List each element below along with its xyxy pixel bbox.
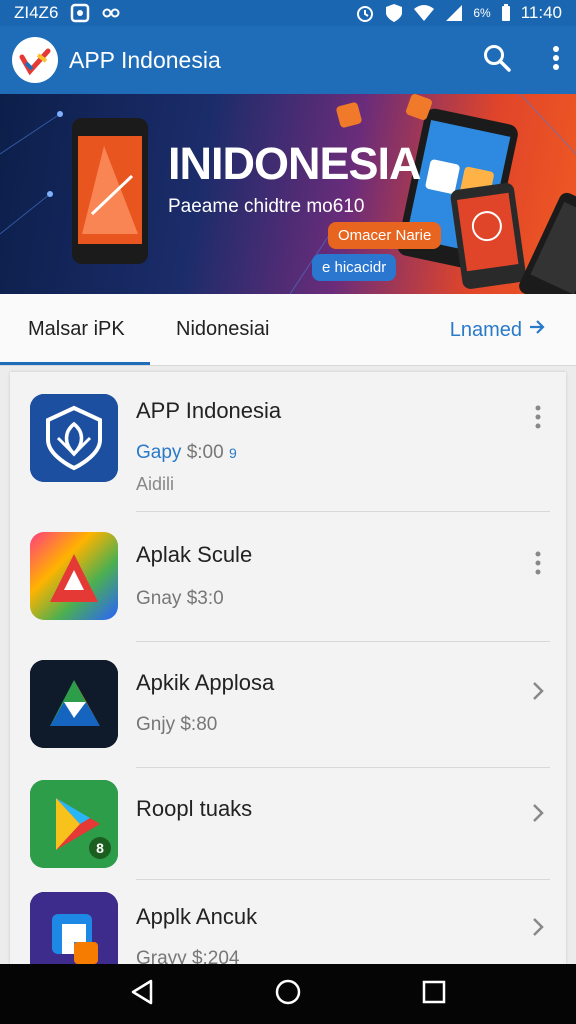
app-title: APP Indonesia [69,46,221,73]
list-item[interactable]: Aplak Scule Gnay $3:0 [10,512,566,642]
alarm-icon [355,3,375,23]
app-price-badge: 9 [228,445,237,461]
chevron-right-icon[interactable] [528,676,548,706]
battery-icon [501,4,511,22]
list-item[interactable]: Apkik Applosa Gnjy $:80 [10,642,566,768]
svg-text:8: 8 [96,840,104,856]
app-bar: APP Indonesia [0,26,576,94]
app-name: Aplak Scule [136,542,253,567]
navigation-bar [0,964,576,1024]
app-price: Gnay $3:0 [136,588,224,609]
promo-banner[interactable]: INIDONESIA Paeame chidtre mo610 Omacer N… [0,94,576,294]
tab-indicator [0,362,150,365]
more-vert-icon[interactable] [552,45,560,76]
list-item[interactable]: APP Indonesia Gapy $:00 9 Aidili [10,372,566,512]
app-icon-aplak-scule [30,532,118,620]
app-list: APP Indonesia Gapy $:00 9 Aidili Aplak S… [10,372,566,964]
tab-malsar[interactable]: Malsar iPK [28,318,125,341]
gallery-icon [70,3,90,23]
app-price: Gapy $:00 9 [136,442,237,464]
search-icon[interactable] [482,43,512,78]
app-icon-applk-ancuk [30,892,118,964]
link-icon [102,6,120,20]
banner-subtitle: Paeame chidtre mo610 [168,196,365,217]
status-time: 11:40 [520,3,562,22]
app-name: Apkik Applosa [136,670,275,695]
more-vert-icon[interactable] [528,548,548,578]
chevron-right-icon[interactable] [528,912,548,942]
app-icon-app-indonesia [30,394,118,482]
wifi-icon [413,4,435,22]
banner-secondary-pill[interactable]: e hicacidr [312,254,397,281]
banner-title: INIDONESIA [168,138,422,189]
more-vert-icon[interactable] [528,402,548,432]
recents-icon[interactable] [421,979,447,1010]
app-price-value: $:00 [186,442,224,463]
app-icon-apkik-applosa [30,660,118,748]
list-item[interactable]: Applk Ancuk Grayy $:204 [10,880,566,964]
app-price-accent: Gapy [136,442,182,463]
vpn-icon [385,3,403,23]
see-more-link[interactable]: Lnamed [450,318,546,342]
list-item[interactable]: 8 Roopl tuaks [10,768,566,880]
banner-graphics [0,94,576,294]
chevron-right-icon[interactable] [528,798,548,828]
status-notification-text: ZI4Z6 [14,3,59,22]
app-extra: Aidili [136,474,175,494]
arrow-right-icon [528,318,546,342]
back-icon[interactable] [129,978,155,1011]
app-name: Roopl tuaks [136,796,253,821]
signal-icon [445,4,463,22]
app-logo[interactable] [12,37,58,83]
app-icon-roopl-tuaks: 8 [30,780,118,868]
tab-nidonesiai[interactable]: Nidonesiai [176,318,269,341]
home-icon[interactable] [274,978,302,1011]
app-name: APP Indonesia [136,398,282,423]
see-more-label: Lnamed [449,318,522,341]
battery-text: 6% [473,6,491,20]
app-price: Gnjy $:80 [136,714,218,735]
banner-primary-pill[interactable]: Omacer Narie [328,222,442,249]
app-name: Applk Ancuk [136,904,258,929]
tab-bar: Malsar iPK Nidonesiai Lnamed [0,294,576,366]
app-price: Grayy $:204 [136,948,240,964]
status-bar: ZI4Z6 6% 11:40 [0,0,576,26]
